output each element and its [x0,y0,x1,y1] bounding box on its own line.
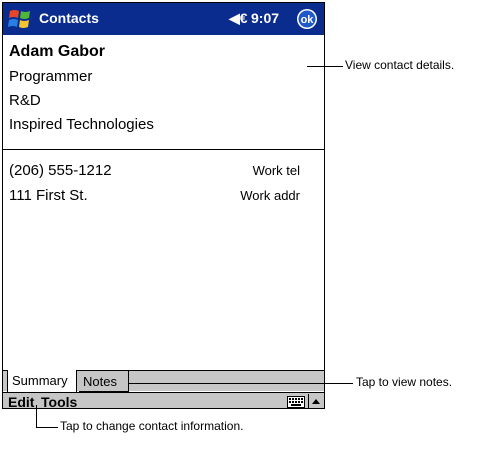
contact-details[interactable]: Adam Gabor Programmer R&D Inspired Techn… [3,35,324,149]
title-bar: Contacts ◀€ 9:07 ok [3,3,324,35]
work-tel-label: Work tel [252,163,300,178]
tab-summary[interactable]: Summary [7,370,77,392]
menu-bar: Edit Tools [3,392,324,408]
tab-notes[interactable]: Notes [79,370,129,392]
callout-line-edit [36,427,58,428]
work-tel-value[interactable]: (206) 555-1212 [9,162,112,179]
callout-view-notes: Tap to view notes. [356,375,453,389]
contact-name: Adam Gabor [9,43,106,60]
edit-menu[interactable]: Edit [8,394,34,408]
ok-button[interactable]: ok [296,8,318,30]
tools-menu[interactable]: Tools [41,394,77,408]
up-arrow-icon[interactable] [311,397,321,405]
speaker-icon[interactable]: ◀€ [229,10,248,27]
windows-start-icon[interactable] [7,7,35,31]
clock[interactable]: 9:07 [251,10,279,26]
details-divider [3,149,324,150]
callout-view-details: View contact details. [345,58,455,72]
callout-line-notes [129,383,353,384]
callout-vline-edit [36,405,37,427]
keyboard-icon[interactable] [287,396,305,408]
work-addr-label: Work addr [240,188,300,203]
contact-department: R&D [9,92,41,109]
callout-line-details [307,66,343,67]
callout-change-info: Tap to change contact information. [60,419,244,433]
keyboard-separator [308,394,309,408]
work-addr-value[interactable]: 111 First St. [9,187,88,204]
app-title: Contacts [39,10,99,26]
device-screen: Contacts ◀€ 9:07 ok Adam Gabor Programme… [2,2,325,409]
tab-bar: Summary Notes [3,370,324,392]
ok-label: ok [301,14,315,26]
contact-job-title: Programmer [9,68,93,85]
contact-company: Inspired Technologies [9,116,154,133]
